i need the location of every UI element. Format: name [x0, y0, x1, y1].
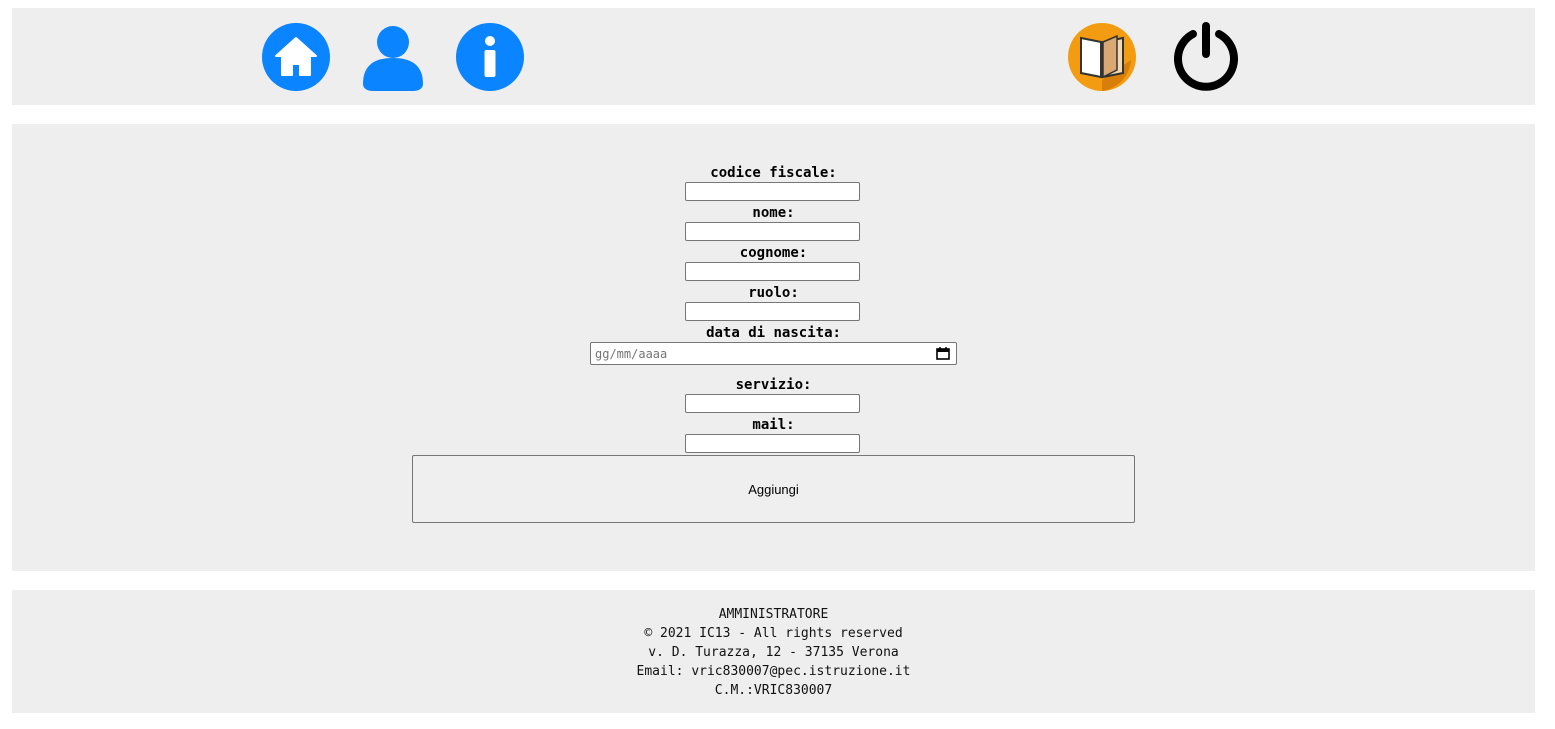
data-di-nascita-input[interactable] [590, 342, 957, 365]
home-icon[interactable] [261, 22, 331, 92]
cognome-label: cognome: [739, 245, 808, 261]
cognome-input[interactable] [685, 262, 860, 281]
header-bar [12, 8, 1535, 105]
footer-school-code: C.M.:VRIC830007 [714, 683, 833, 698]
mail-input[interactable] [685, 434, 860, 453]
footer-copyright: © 2021 IC13 - All rights reserved [644, 626, 903, 641]
footer-role: AMMINISTRATORE [718, 607, 829, 622]
nome-label: nome: [752, 205, 795, 221]
data-di-nascita-label: data di nascita: [706, 325, 841, 341]
ruolo-input[interactable] [685, 302, 860, 321]
footer-email: Email: vric830007@pec.istruzione.it [636, 664, 911, 679]
aggiungi-button[interactable]: Aggiungi [412, 455, 1135, 523]
user-icon[interactable] [358, 22, 428, 92]
mail-label: mail: [752, 417, 795, 433]
nome-input[interactable] [685, 222, 860, 241]
codice-fiscale-input[interactable] [685, 182, 860, 201]
footer-address: v. D. Turazza, 12 - 37135 Verona [648, 645, 899, 660]
ruolo-label: ruolo: [748, 285, 799, 301]
calendar-icon[interactable] [936, 347, 950, 360]
servizio-label: servizio: [735, 377, 812, 393]
book-icon[interactable] [1067, 22, 1137, 92]
info-icon[interactable] [455, 22, 525, 92]
footer: AMMINISTRATORE © 2021 IC13 - All rights … [12, 590, 1535, 713]
power-icon[interactable] [1171, 22, 1241, 92]
codice-fiscale-label: codice fiscale: [710, 165, 837, 181]
servizio-input[interactable] [685, 394, 860, 413]
main-form-panel: codice fiscale: nome: cognome: ruolo: da… [12, 124, 1535, 571]
